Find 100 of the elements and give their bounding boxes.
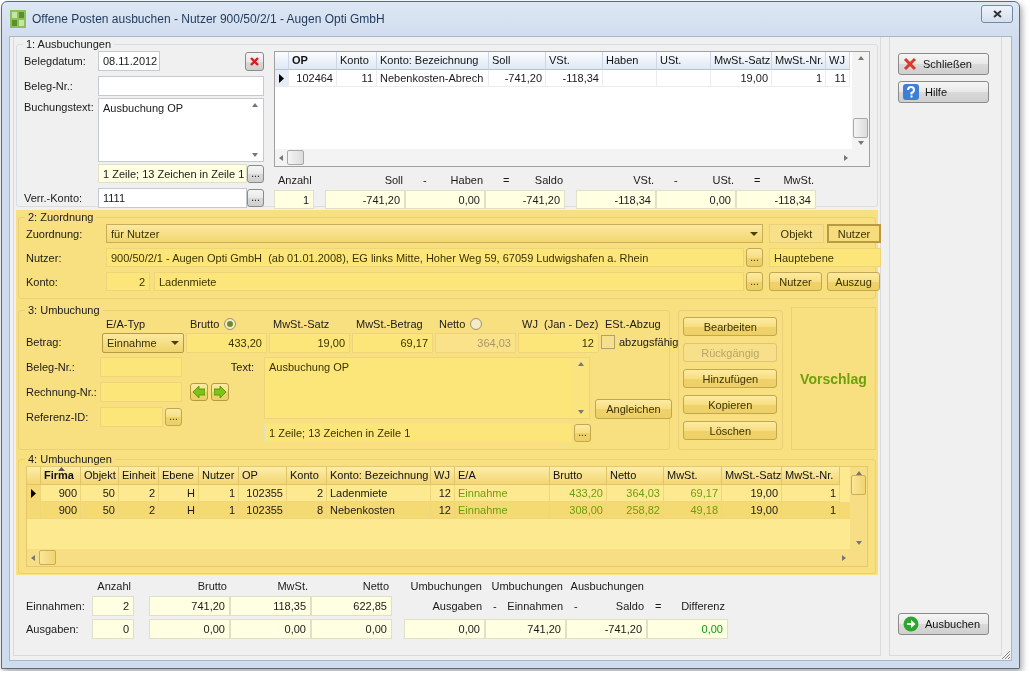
close-button[interactable] [981,5,1013,23]
total-field[interactable]: 0,00 [149,619,230,639]
scrollbar[interactable] [275,149,852,166]
total-field[interactable]: 2 [92,596,134,616]
total-field[interactable]: 0,00 [404,619,485,639]
browse-button[interactable]: ... [574,423,591,442]
total-field[interactable]: 0,00 [311,619,392,639]
column-header[interactable]: MwSt.-Nr. [772,52,826,70]
toggle-button[interactable]: Nutzer [827,224,881,243]
dialog-button[interactable]: Ausbuchen [898,613,989,635]
dropdown[interactable]: Einnahme [102,333,184,353]
browse-button[interactable]: ... [247,164,264,183]
column-header[interactable]: Ebene [159,467,199,485]
text-area[interactable]: Ausbuchung OP [264,357,590,419]
total-field[interactable]: 622,85 [311,596,392,616]
column-label: Differenz [681,599,725,613]
previous-button[interactable] [190,383,208,401]
scrollbar[interactable] [572,358,589,418]
input-field[interactable] [98,76,264,96]
row-indicator[interactable] [27,485,41,502]
action-button[interactable]: Hinzufügen [683,369,778,388]
column-header[interactable]: WJ [826,52,850,70]
column-header[interactable]: MwSt.-Nr. [782,467,840,485]
column-header[interactable]: MwSt. [664,467,722,485]
column-header[interactable]: Einheit [119,467,159,485]
column-header[interactable]: Nutzer [199,467,239,485]
column-header[interactable]: OP [239,467,287,485]
delete-button[interactable] [245,51,264,71]
column-header[interactable]: Konto [287,467,327,485]
total-field[interactable]: -741,20 [566,619,647,639]
amount-field[interactable]: 433,20 [186,333,267,353]
level-field[interactable]: Hauptebene [769,248,881,267]
column-header[interactable]: Firma [41,467,81,485]
column-label: Haben [450,173,483,187]
browse-button[interactable]: ... [746,272,763,291]
sum-field[interactable]: 1 [274,190,314,209]
sum-field[interactable]: 0,00 [405,190,485,209]
amount-field[interactable]: 69,17 [352,333,433,353]
action-button[interactable]: Nutzer [769,272,822,291]
action-button[interactable]: Auszug [827,272,880,291]
column-header[interactable]: E/A [455,467,550,485]
date-field[interactable]: 08.11.2012 [98,51,160,71]
row-indicator[interactable] [275,70,289,87]
user-field[interactable]: 900/50/2/1 - Augen Opti GmbH (ab 01.01.2008), EG links Mitte, Hoher Weg 59, 67059 Ludwigshafen a. Rhein [106,248,744,267]
sum-field[interactable]: -118,34 [576,190,656,209]
column-label: Saldo [615,599,644,613]
scrollbar[interactable] [852,52,869,149]
dropdown[interactable]: für Nutzer [106,224,763,243]
sum-field[interactable]: -741,20 [325,190,405,209]
radio-button[interactable] [224,318,237,330]
browse-button[interactable]: ... [746,248,763,267]
dialog-button[interactable]: Schließen [898,53,989,75]
column-header[interactable]: Konto: Bezeichnung [327,467,431,485]
scrollbar[interactable] [850,467,867,549]
column-header[interactable]: Konto: Bezeichnung [377,52,489,70]
column-header[interactable]: Konto [337,52,377,70]
text-area[interactable]: Ausbuchung OP [98,98,264,162]
info-field[interactable]: 1 Zeile; 13 Zeichen in Zeile 1 [264,423,572,442]
column-header[interactable]: MwSt.-Satz [711,52,772,70]
sum-field[interactable]: -118,34 [736,190,816,209]
column-header[interactable]: WJ [431,467,455,485]
browse-button[interactable]: ... [165,408,182,426]
browse-button[interactable]: ... [247,189,264,207]
column-header[interactable]: Soll [489,52,546,70]
table-cell: 1 [772,70,826,87]
toggle-button[interactable]: Objekt [769,224,824,243]
total-field[interactable]: 741,20 [149,596,230,616]
column-header[interactable]: MwSt.-Satz [722,467,782,485]
column-header[interactable]: VSt. [546,52,603,70]
account-name-field[interactable]: Ladenmiete [154,272,744,291]
checkbox[interactable] [601,335,615,349]
sum-field[interactable]: -741,20 [485,190,565,209]
action-button[interactable]: Bearbeiten [683,317,778,336]
column-header[interactable]: Haben [603,52,657,70]
field-label: Belegdatum: [24,55,87,67]
amount-field[interactable]: 19,00 [269,333,350,353]
table-cell: 900 [41,502,81,519]
action-button[interactable]: Löschen [683,421,778,440]
sum-field[interactable]: 0,00 [656,190,736,209]
account-field[interactable]: 1111 [98,188,247,208]
adjust-button[interactable]: Angleichen [595,399,672,419]
info-field[interactable]: 1 Zeile; 13 Zeichen in Zeile 1 [98,164,247,183]
total-field[interactable]: 0,00 [647,619,728,639]
action-button[interactable]: Kopieren [683,395,778,414]
total-field[interactable]: 741,20 [485,619,566,639]
dialog-button[interactable]: Hilfe [898,81,989,103]
scrollbar[interactable] [27,549,850,566]
column-header[interactable]: OP [289,52,337,70]
column-header[interactable]: Netto [607,467,664,485]
total-field[interactable]: 0 [92,619,134,639]
column-header[interactable]: Objekt [81,467,119,485]
amount-field[interactable]: 12 [518,333,599,353]
column-header[interactable]: USt. [657,52,711,70]
next-button[interactable] [211,383,229,401]
account-number-field[interactable]: 2 [106,272,150,291]
column-header[interactable]: Brutto [550,467,607,485]
total-field[interactable]: 0,00 [230,619,311,639]
caret-icon [171,341,179,345]
radio-button[interactable] [470,318,483,330]
total-field[interactable]: 118,35 [230,596,311,616]
